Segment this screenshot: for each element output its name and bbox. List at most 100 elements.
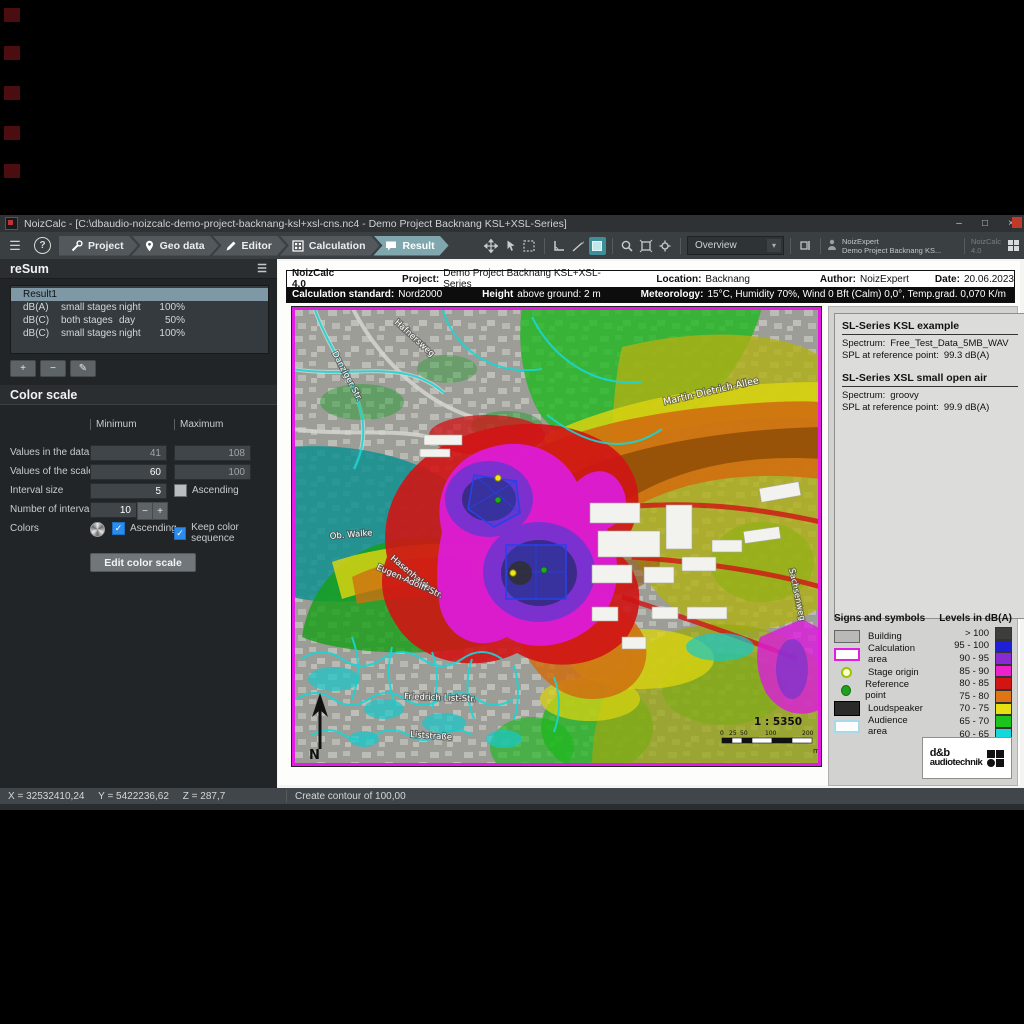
report-date: 20.06.2023 (964, 274, 1014, 285)
interval-size-field[interactable]: 5 (90, 483, 167, 499)
title-bar[interactable]: NoizCalc - [C:\dbaudio-noizcalc-demo-pro… (0, 215, 1024, 232)
stage-origin-swatch (841, 667, 852, 678)
resum-title: reSum (10, 262, 49, 276)
window-bottom-edge (0, 804, 1024, 810)
checkbox-unchecked[interactable] (174, 484, 187, 497)
zoom-icon[interactable] (619, 237, 636, 255)
decrement-button[interactable]: − (137, 502, 153, 520)
screenshot-stage: { "icons": {"menu":"☰","help":"?","minim… (0, 0, 1024, 1024)
minimize-button[interactable]: – (946, 215, 972, 232)
calc-meteorology: 15°C, Humidity 70%, Wind 0 Bft (Calm) 0,… (707, 289, 1006, 300)
apps-grid-icon[interactable] (1005, 237, 1022, 255)
checkbox-checked[interactable]: ✓ (112, 522, 125, 535)
scale-min-field[interactable]: 60 (90, 464, 167, 480)
view-dropdown[interactable]: Overview ▾ (687, 236, 784, 255)
tab-calculation[interactable]: Calculation (280, 236, 380, 256)
interval-ascending-checkbox[interactable]: Ascending (174, 484, 239, 497)
pin-layout-icon[interactable] (797, 237, 814, 255)
row-label: Colors (10, 523, 39, 534)
draw-slope-icon[interactable] (570, 237, 587, 255)
source-spectrum: Free_Test_Data_5MB_WAV (890, 338, 1008, 350)
edit-result-button[interactable]: ✎ (70, 360, 96, 377)
measure-angle-icon[interactable] (551, 237, 568, 255)
tab-result[interactable]: Result (373, 236, 448, 256)
increment-button[interactable]: + (152, 502, 168, 520)
menu-icon[interactable]: ☰ (4, 236, 26, 256)
checkbox-checked[interactable]: ✓ (174, 527, 186, 540)
edit-color-scale-button[interactable]: Edit color scale (90, 553, 196, 572)
help-icon[interactable]: ? (34, 237, 51, 254)
values-data-min-field[interactable]: 41 (90, 445, 167, 461)
values-data-max-field[interactable]: 108 (174, 445, 251, 461)
reference-point-swatch (841, 685, 851, 696)
reference-point (541, 567, 547, 573)
user-block[interactable]: NoizExpert Demo Project Backnang KS... (842, 237, 958, 255)
list-item[interactable]: dB(C) both stages day 50% (11, 314, 268, 327)
color-scale-panel: Color scale Minimum Maximum Values in th… (0, 385, 277, 635)
level-swatch (995, 677, 1012, 690)
row-label: Values of the scale (10, 466, 94, 477)
artifact-marker (4, 126, 20, 140)
level-swatch (995, 703, 1012, 716)
zoom-extent-icon[interactable] (638, 237, 655, 255)
report-author: NoizExpert (860, 274, 909, 285)
calc-height: above ground: 2 m (517, 289, 600, 300)
colors-ascending-checkbox[interactable]: ✓ Ascending (112, 522, 177, 535)
levels-list: > 100 95 - 100 90 - 95 85 - 90 80 - 85 7… (926, 627, 1012, 753)
tab-project[interactable]: Project (59, 236, 138, 256)
audience-area-swatch (834, 720, 860, 733)
map-legend: Signs and symbols Levels in dB(A) Buildi… (834, 613, 1012, 753)
wrench-icon (71, 240, 83, 252)
level-swatch (995, 640, 1012, 653)
remove-result-button[interactable]: − (40, 360, 66, 377)
vendor-logo: d&b audiotechnik (922, 737, 1012, 779)
artifact-marker (4, 164, 20, 178)
app-badge-version: 4.0 (971, 246, 1001, 255)
select-cursor-icon[interactable] (502, 237, 519, 255)
tab-label: Result (402, 240, 434, 252)
keep-sequence-checkbox[interactable]: ✓ Keep color sequence (174, 522, 277, 544)
scale-max-field[interactable]: 100 (174, 464, 251, 480)
tab-label: Geo data (160, 240, 205, 252)
loudspeaker-swatch (834, 701, 860, 716)
color-scale-header: Color scale (0, 385, 277, 405)
noise-map[interactable]: Martin-Dietrich-Allee Hasenhalde Friedri… (291, 306, 822, 767)
source-title: SL-Series KSL example (842, 320, 1018, 335)
record-marker (1012, 217, 1022, 228)
signs-title: Signs and symbols (834, 613, 925, 624)
area-view-icon[interactable] (589, 237, 606, 255)
level-swatch (995, 665, 1012, 678)
color-wheel-icon[interactable] (90, 522, 105, 537)
level-swatch (995, 690, 1012, 703)
maximize-button[interactable]: □ (972, 215, 998, 232)
pencil-icon (225, 240, 237, 252)
result-bubble-icon (385, 240, 397, 252)
window-title: NoizCalc - [C:\dbaudio-noizcalc-demo-pro… (24, 218, 946, 230)
artifact-marker (4, 8, 20, 22)
svg-text:25: 25 (729, 730, 737, 737)
document-pane: NoizCalc 4.0 Project: Demo Project Backn… (277, 259, 1024, 788)
num-intervals-field[interactable]: 10 (90, 502, 137, 518)
app-window: NoizCalc - [C:\dbaudio-noizcalc-demo-pro… (0, 215, 1024, 810)
pan-icon[interactable] (483, 237, 500, 255)
tab-geo-data[interactable]: Geo data (132, 236, 219, 256)
user-project: Demo Project Backnang KS... (842, 246, 958, 255)
list-item[interactable]: dB(A) small stages night 100% (11, 301, 268, 314)
color-scale-title: Color scale (10, 388, 77, 402)
marquee-select-icon[interactable] (521, 237, 538, 255)
results-list[interactable]: Result1 dB(A) small stages night 100% dB… (10, 285, 269, 354)
reference-point (495, 497, 501, 503)
settings-gear-icon[interactable] (657, 237, 674, 255)
row-label: Number of intervals (10, 504, 97, 515)
report-header: NoizCalc 4.0 Project: Demo Project Backn… (286, 270, 1015, 303)
add-result-button[interactable]: + (10, 360, 36, 377)
list-item[interactable]: Result1 (11, 288, 268, 301)
panel-menu-icon[interactable]: ☰ (257, 262, 267, 275)
list-item[interactable]: dB(C) small stages night 100% (11, 327, 268, 340)
stage-origin-point (510, 570, 516, 576)
tab-editor[interactable]: Editor (213, 236, 286, 256)
result-actions: + − ✎ (10, 360, 96, 377)
app-badge-name: NoizCalc (971, 237, 1001, 246)
report-location: Backnang (705, 274, 749, 285)
signs-list: Building Calculation area Stage origin R… (834, 627, 926, 753)
